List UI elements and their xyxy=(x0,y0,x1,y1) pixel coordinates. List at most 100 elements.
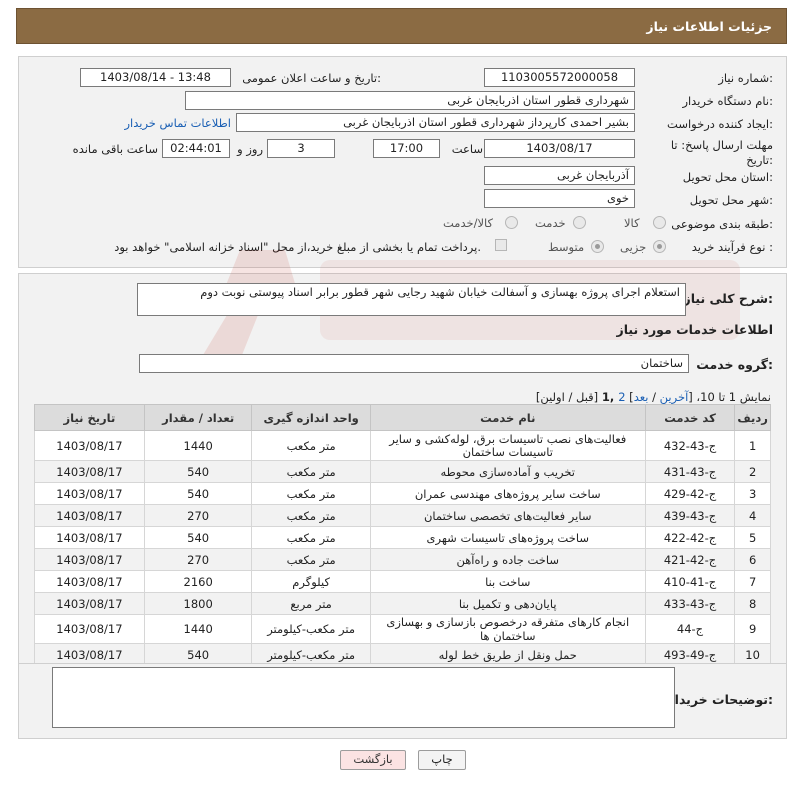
cell-unit: متر مکعب-کیلومتر xyxy=(251,614,371,644)
process-type-label: نوع فرآیند خرید : xyxy=(691,240,773,254)
cell-row-number: 6 xyxy=(734,548,771,571)
requester-label: ایجاد کننده درخواست: xyxy=(667,117,773,131)
pagination-page-2[interactable]: 2 xyxy=(618,390,625,404)
remaining-time-label: ساعت باقی مانده xyxy=(72,142,158,156)
category-goods-service-radio[interactable] xyxy=(505,216,518,229)
table-row: 7 ج-41-410 ساخت بنا کیلوگرم 2160 1403/08/17 xyxy=(34,570,771,593)
pagination-next-link[interactable]: بعد xyxy=(634,390,649,404)
print-button[interactable]: چاپ xyxy=(418,750,466,770)
cell-unit: متر مکعب xyxy=(251,430,371,461)
deadline-time-label: ساعت xyxy=(451,142,483,156)
cell-quantity: 1440 xyxy=(143,430,253,461)
cell-row-number: 8 xyxy=(734,592,771,615)
cell-row-number: 9 xyxy=(734,614,771,644)
city-label: شهر محل تحویل: xyxy=(689,193,773,207)
cell-row-number: 4 xyxy=(734,504,771,527)
province-field: آذربایجان غربی xyxy=(484,166,635,185)
treasury-payment-note: پرداخت تمام یا بخشی از مبلغ خرید،از محل … xyxy=(114,240,481,254)
cell-unit: متر مربع xyxy=(251,592,371,615)
cell-need-date: 1403/08/17 xyxy=(34,526,145,549)
table-row: 1 ج-43-432 فعالیت‌های نصب تاسیسات برق، لول… xyxy=(34,430,771,461)
cell-service-name: ساخت جاده و راه‌آهن xyxy=(369,548,646,571)
cell-quantity: 1800 xyxy=(143,592,253,615)
cell-need-date: 1403/08/17 xyxy=(34,592,145,615)
table-header-row: ردیف کد خدمت نام خدمت واحد اندازه گیری ت… xyxy=(34,404,771,431)
buyer-org-field: شهرداری قطور استان اذربایجان غربی xyxy=(185,91,635,110)
buyer-contact-link[interactable]: اطلاعات تماس خریدار xyxy=(124,116,231,130)
treasury-payment-checkbox[interactable] xyxy=(495,239,507,251)
cell-quantity: 540 xyxy=(143,482,253,505)
process-minor-radio[interactable] xyxy=(653,240,666,253)
pagination-tail: [قبل / اولین] xyxy=(535,390,602,404)
cell-service-code: ج-43-439 xyxy=(644,504,736,527)
category-goods-service-label: کالا/خدمت xyxy=(443,216,494,230)
cell-service-code: ج-43-433 xyxy=(644,592,736,615)
remaining-days-label: روز و xyxy=(237,142,263,156)
cell-quantity: 540 xyxy=(143,526,253,549)
cell-unit: متر مکعب xyxy=(251,526,371,549)
pagination-last-link[interactable]: آخرین xyxy=(660,390,689,404)
cell-unit: متر مکعب xyxy=(251,482,371,505)
category-label: طبقه بندی موضوعی: xyxy=(671,217,773,231)
remaining-days-field: 3 xyxy=(267,139,335,158)
cell-unit: متر مکعب xyxy=(251,460,371,483)
table-row: 8 ج-43-433 پایان‌دهی و تکمیل بنا متر مربع 18… xyxy=(34,592,771,615)
service-group-field: ساختمان xyxy=(139,354,689,373)
cell-unit: کیلوگرم xyxy=(251,570,371,593)
province-label: استان محل تحویل: xyxy=(682,170,773,184)
cell-service-name: فعالیت‌های نصب تاسیسات برق، لوله‌کشی و س… xyxy=(369,430,646,461)
buyer-org-label: نام دستگاه خریدار: xyxy=(682,94,773,108)
cell-service-name: انجام کارهای متفرقه درخصوص بازسازی و بهس… xyxy=(369,614,646,644)
table-row: 5 ج-42-422 ساخت پروژه‌های تاسیسات شهری متر … xyxy=(34,526,771,549)
col-header-quantity: تعداد / مقدار xyxy=(143,404,253,431)
summary-textarea[interactable]: استعلام اجرای پروژه بهسازی و آسفالت خیاب… xyxy=(137,283,686,316)
deadline-date-field: 1403/08/17 xyxy=(484,139,635,158)
page-header: جزئیات اطلاعات نیاز xyxy=(16,8,787,44)
pagination: نمایش 1 تا 10، [آخرین / بعد] 2 ,1 [قبل /… xyxy=(536,390,771,404)
category-service-radio[interactable] xyxy=(573,216,586,229)
cell-row-number: 2 xyxy=(734,460,771,483)
cell-service-name: پایان‌دهی و تکمیل بنا xyxy=(369,592,646,615)
table-row: 2 ج-43-431 تخریب و آماده‌سازی محوطه متر مکع… xyxy=(34,460,771,483)
buyer-notes-label: توضیحات خریدار: xyxy=(667,692,773,707)
cell-row-number: 1 xyxy=(734,430,771,461)
cell-quantity: 540 xyxy=(143,460,253,483)
cell-quantity: 2160 xyxy=(143,570,253,593)
category-goods-label: کالا xyxy=(624,216,640,230)
announce-datetime-field: 1403/08/14 - 13:48 xyxy=(80,68,231,87)
service-group-label: گروه خدمت: xyxy=(696,357,773,372)
category-service-label: خدمت xyxy=(535,216,566,230)
cell-quantity: 1440 xyxy=(143,614,253,644)
requester-field: بشیر احمدی کارپرداز شهرداری قطور استان ا… xyxy=(236,113,635,132)
table-row: 9 ج-44 انجام کارهای متفرقه درخصوص بازسازی … xyxy=(34,614,771,644)
services-section-title: اطلاعات خدمات مورد نیاز xyxy=(616,322,774,337)
cell-row-number: 7 xyxy=(734,570,771,593)
process-minor-label: جزیی xyxy=(620,240,647,254)
need-number-label: شماره نیاز: xyxy=(718,71,773,85)
col-header-row-number: ردیف xyxy=(734,404,771,431)
category-goods-radio[interactable] xyxy=(653,216,666,229)
services-table: ردیف کد خدمت نام خدمت واحد اندازه گیری ت… xyxy=(34,404,771,666)
cell-service-name: ساخت سایر پروژه‌های مهندسی عمران xyxy=(369,482,646,505)
city-field: خوی xyxy=(484,189,635,208)
cell-need-date: 1403/08/17 xyxy=(34,460,145,483)
process-medium-label: متوسط xyxy=(548,240,585,254)
cell-unit: متر مکعب xyxy=(251,548,371,571)
col-header-service-code: کد خدمت xyxy=(644,404,736,431)
cell-need-date: 1403/08/17 xyxy=(34,548,145,571)
col-header-service-name: نام خدمت xyxy=(369,404,646,431)
page-title: جزئیات اطلاعات نیاز xyxy=(646,19,772,34)
cell-service-name: ساخت پروژه‌های تاسیسات شهری xyxy=(369,526,646,549)
buyer-notes-textarea[interactable] xyxy=(52,667,675,728)
cell-service-code: ج-44 xyxy=(644,614,736,644)
cell-service-name: ساخت بنا xyxy=(369,570,646,593)
cell-need-date: 1403/08/17 xyxy=(34,504,145,527)
remaining-time-field: 02:44:01 xyxy=(162,139,230,158)
cell-service-code: ج-42-429 xyxy=(644,482,736,505)
back-button[interactable]: بازگشت xyxy=(340,750,406,770)
deadline-label: مهلت ارسال پاسخ: تا تاریخ: xyxy=(670,138,773,167)
process-medium-radio[interactable] xyxy=(591,240,604,253)
pagination-sep: / xyxy=(648,390,660,404)
pagination-page-1: ,1 xyxy=(601,390,619,404)
pagination-prefix: نمایش 1 تا 10، [ xyxy=(688,390,771,404)
